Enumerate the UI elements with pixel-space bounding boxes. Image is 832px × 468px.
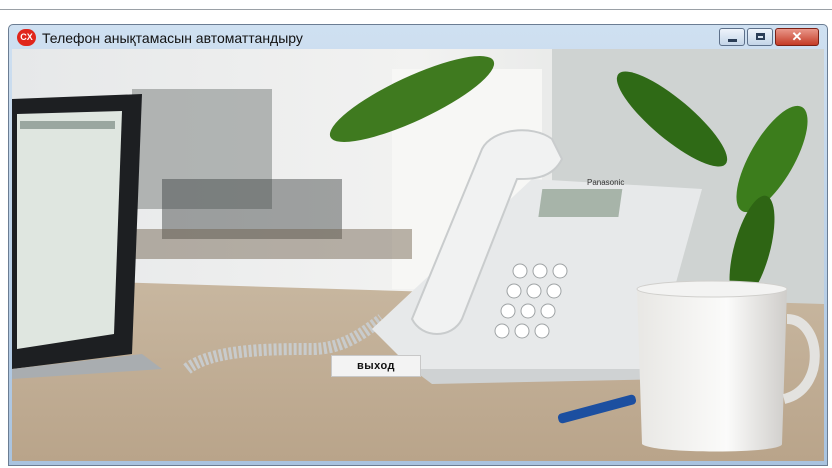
minimize-button[interactable] <box>719 28 745 46</box>
close-button[interactable]: ✕ <box>775 28 819 46</box>
title-bar[interactable]: CX Телефон анықтамасын автоматтандыру ✕ <box>9 25 827 51</box>
maximize-button[interactable] <box>747 28 773 46</box>
close-icon: ✕ <box>791 29 803 44</box>
window-title: Телефон анықтамасын автоматтандыру <box>42 30 303 46</box>
exit-button[interactable]: выход <box>331 355 421 377</box>
background-photo-area: Panasonic выход <box>12 49 824 461</box>
phone-brand-text: Panasonic <box>587 178 624 187</box>
top-divider <box>0 9 832 10</box>
minimize-icon <box>728 39 737 42</box>
office-phone-photo: Panasonic <box>12 49 824 461</box>
maximize-icon <box>756 33 765 40</box>
app-logo-icon: CX <box>17 29 36 46</box>
